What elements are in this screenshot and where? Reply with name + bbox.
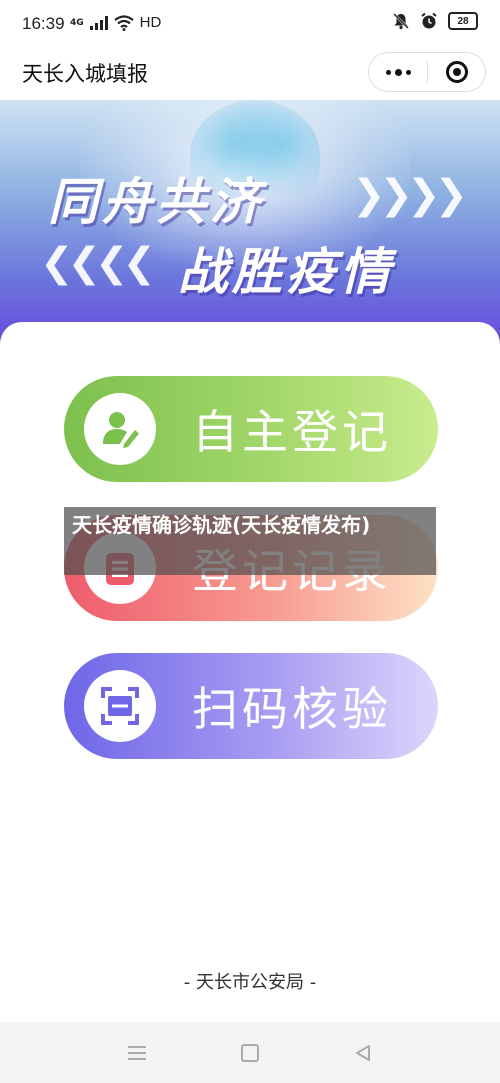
status-left-icons: 4G HD — [70, 14, 161, 31]
chevrons-right-icon: ❯❯❯❯ — [352, 172, 468, 218]
mute-icon — [393, 13, 409, 30]
footer-credit: - 天长市公安局 - — [183, 972, 317, 993]
home-icon[interactable] — [241, 1043, 259, 1062]
banner-slogan-line1: 同舟共济 — [48, 173, 264, 231]
back-icon[interactable] — [354, 1044, 372, 1062]
status-bar: 16:39 4G HD 28 — [0, 0, 500, 48]
menu-icon[interactable] — [128, 1045, 146, 1060]
close-miniprogram-icon[interactable] — [428, 53, 485, 91]
chevrons-left-icon: ❮❮❮❮ — [40, 240, 156, 286]
scan-icon — [84, 670, 156, 742]
status-right-icons: 28 — [392, 12, 478, 30]
page-title: 天长入城填报 — [22, 62, 148, 86]
scan-verify-button[interactable]: 扫码核验 — [64, 653, 438, 759]
banner-slogan-line2: 战胜疫情 — [178, 243, 394, 301]
battery-icon: 28 — [448, 12, 478, 30]
banner: ❯❯❯❯ 同舟共济 ❮❮❮❮ 战胜疫情 — [0, 100, 500, 360]
status-time: 16:39 — [22, 14, 65, 33]
wifi-label: HD — [139, 14, 162, 31]
network-label: 4G — [70, 17, 84, 28]
alarm-icon — [421, 12, 437, 29]
signal-icon — [89, 15, 108, 30]
caption-overlay: 天长疫情确诊轨迹(天长疫情发布) — [64, 507, 436, 575]
miniprogram-capsule — [368, 52, 486, 92]
app-header: 天长入城填报 — [0, 48, 500, 101]
self-register-button[interactable]: 自主登记 — [64, 376, 438, 482]
more-icon[interactable] — [369, 53, 427, 91]
wifi-icon — [113, 14, 134, 31]
user-edit-icon — [84, 393, 156, 465]
scan-verify-label: 扫码核验 — [192, 682, 392, 736]
navigation-bar — [0, 1022, 500, 1083]
self-register-label: 自主登记 — [192, 405, 392, 459]
